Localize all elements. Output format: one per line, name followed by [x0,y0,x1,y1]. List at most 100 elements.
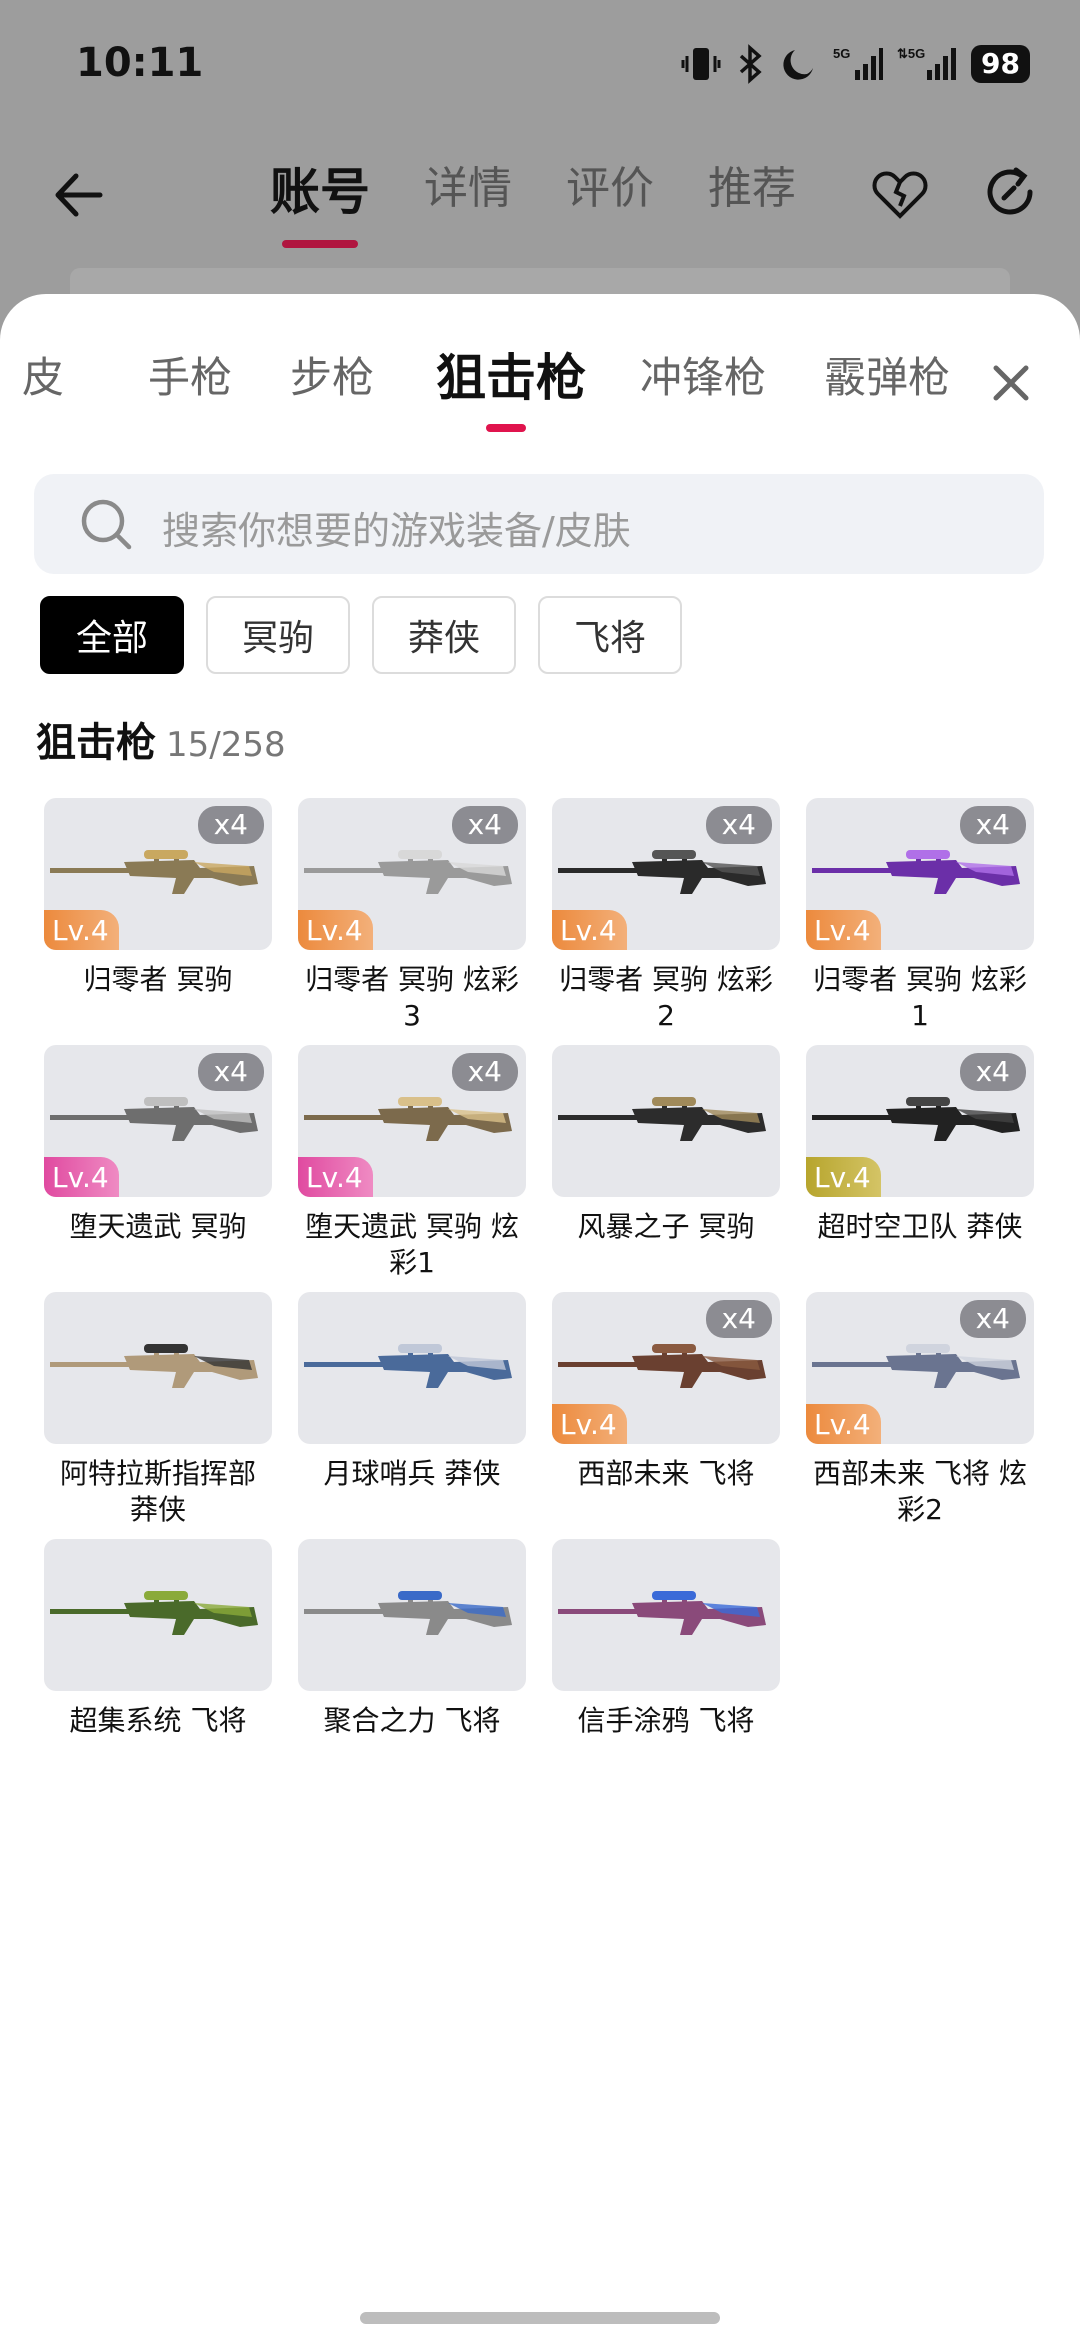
weapon-thumbnail: x4 Lv.4 [44,798,272,950]
tab-reviews[interactable]: 评价 [566,152,654,250]
weapon-name: 阿特拉斯指挥部 莽侠 [59,1457,256,1526]
weapon-name: 西部未来 飞将 [577,1457,755,1490]
sniper-rifle-icon [558,1344,766,1388]
refresh-icon[interactable] [980,162,1040,222]
weapon-name: 超时空卫队 莽侠 [817,1210,1023,1243]
weapon-name: 归零者 冥驹 [83,963,233,996]
section-title: 狙击枪 [36,720,156,766]
weapon-thumbnail: x4 Lv.4 [298,1045,526,1197]
weapon-thumbnail: x4 Lv.4 [806,1045,1034,1197]
level-badge: Lv.4 [298,1157,373,1197]
weapon-card[interactable]: x4 Lv.4 堕天遗武 冥驹 [44,1045,272,1292]
sniper-rifle-icon [304,1097,512,1141]
level-badge: Lv.4 [298,910,373,950]
weapon-card[interactable]: x4 Lv.4 西部未来 飞将 炫彩2 [806,1292,1034,1539]
tab-recommend[interactable]: 推荐 [708,152,796,250]
tab-pistol[interactable]: 手枪 [148,344,232,405]
weapon-thumbnail [552,1045,780,1197]
battery-indicator: 98 [971,45,1030,83]
filter-mingju[interactable]: 冥驹 [206,596,350,674]
level-badge: Lv.4 [806,1157,881,1197]
active-tab-indicator [486,424,526,432]
sniper-rifle-icon [558,1591,766,1635]
signal-5g-icon: 5G [833,46,884,80]
search-icon [81,499,132,550]
weapon-name: 月球哨兵 莽侠 [323,1457,501,1490]
weapon-name: 超集系统 飞将 [69,1704,247,1737]
back-arrow-icon[interactable] [44,160,114,230]
weapon-name: 归零者 冥驹 炫彩3 [305,963,519,1032]
weapon-name: 堕天遗武 冥驹 [69,1210,247,1243]
weapon-name: 归零者 冥驹 炫彩1 [813,963,1027,1032]
section-header: 狙击枪 15/258 [36,710,286,768]
weapon-thumbnail: x4 Lv.4 [806,1292,1034,1444]
quantity-badge: x4 [451,1053,518,1091]
search-input[interactable]: 搜索你想要的游戏装备/皮肤 [34,474,1044,574]
weapon-thumbnail [44,1292,272,1444]
weapon-card[interactable]: x4 Lv.4 超时空卫队 莽侠 [806,1045,1034,1292]
weapon-thumbnail: x4 Lv.4 [552,1292,780,1444]
weapon-thumbnail [298,1539,526,1691]
weapon-card[interactable]: x4 Lv.4 归零者 冥驹 炫彩2 [552,798,780,1045]
tab-details[interactable]: 详情 [424,152,512,250]
level-badge: Lv.4 [44,1157,119,1197]
sniper-rifle-icon [812,1097,1020,1141]
quantity-badge: x4 [959,806,1026,844]
status-time: 10:11 [76,40,204,86]
svg-text:5G: 5G [833,46,850,61]
sniper-rifle-icon [812,1344,1020,1388]
level-badge: Lv.4 [44,910,119,950]
sniper-rifle-icon [558,850,766,894]
signal-5g-2-icon: ⇅5G [897,46,957,80]
sniper-rifle-icon [50,850,258,894]
sniper-rifle-icon [304,1591,512,1635]
sniper-rifle-icon [50,1344,258,1388]
filter-feijiang[interactable]: 飞将 [538,596,682,674]
weapon-card[interactable]: x4 Lv.4 堕天遗武 冥驹 炫彩1 [298,1045,526,1292]
tab-skin[interactable]: 皮 [22,344,64,405]
quantity-badge: x4 [959,1300,1026,1338]
filter-mangxia[interactable]: 莽侠 [372,596,516,674]
weapon-card[interactable]: 信手涂鸦 飞将 [552,1539,780,1786]
weapon-thumbnail [298,1292,526,1444]
weapon-card[interactable]: x4 Lv.4 西部未来 飞将 [552,1292,780,1539]
quantity-badge: x4 [959,1053,1026,1091]
tab-sniper[interactable]: 狙击枪 [436,344,586,410]
weapon-sheet: 皮 手枪 步枪 狙击枪 冲锋枪 霰弹枪 搜索你想要的游戏装备/皮肤 全部 冥驹 … [0,294,1080,2344]
weapon-card[interactable]: 阿特拉斯指挥部 莽侠 [44,1292,272,1539]
app-bar: 账号 详情 评价 推荐 [0,140,1080,258]
tab-rifle[interactable]: 步枪 [290,344,374,405]
weapon-name: 聚合之力 飞将 [323,1704,501,1737]
quantity-badge: x4 [197,806,264,844]
weapon-card[interactable]: 聚合之力 飞将 [298,1539,526,1786]
weapon-card[interactable]: 超集系统 飞将 [44,1539,272,1786]
search-placeholder: 搜索你想要的游戏装备/皮肤 [162,509,631,553]
section-count: 15/258 [166,725,286,765]
sniper-rifle-icon [304,1344,512,1388]
status-bar: 10:11 5G ⇅5G 98 [0,0,1080,140]
filter-all[interactable]: 全部 [40,596,184,674]
weapon-card[interactable]: x4 Lv.4 归零者 冥驹 [44,798,272,1045]
filter-chips: 全部 冥驹 莽侠 飞将 [40,596,682,674]
weapon-thumbnail [552,1539,780,1691]
tab-smg[interactable]: 冲锋枪 [640,344,766,405]
weapon-card[interactable]: 风暴之子 冥驹 [552,1045,780,1292]
broken-heart-icon[interactable] [870,164,930,224]
weapon-thumbnail [44,1539,272,1691]
tab-shotgun[interactable]: 霰弹枪 [824,344,950,405]
weapon-card[interactable]: x4 Lv.4 归零者 冥驹 炫彩3 [298,798,526,1045]
quantity-badge: x4 [705,1300,772,1338]
level-badge: Lv.4 [552,1404,627,1444]
home-indicator[interactable] [360,2312,720,2324]
close-icon[interactable] [990,362,1032,404]
bluetooth-icon [739,44,762,84]
moon-icon [783,50,814,80]
weapon-card[interactable]: x4 Lv.4 归零者 冥驹 炫彩1 [806,798,1034,1045]
level-badge: Lv.4 [806,1404,881,1444]
tab-account[interactable]: 账号 [270,152,370,250]
weapon-grid: x4 Lv.4 归零者 冥驹 x4 Lv.4 归零者 冥驹 炫彩3 x4 Lv.4 归零者 冥驹… [44,798,1044,1786]
level-badge: Lv.4 [806,910,881,950]
quantity-badge: x4 [451,806,518,844]
weapon-card[interactable]: 月球哨兵 莽侠 [298,1292,526,1539]
weapon-name: 信手涂鸦 飞将 [577,1704,755,1737]
